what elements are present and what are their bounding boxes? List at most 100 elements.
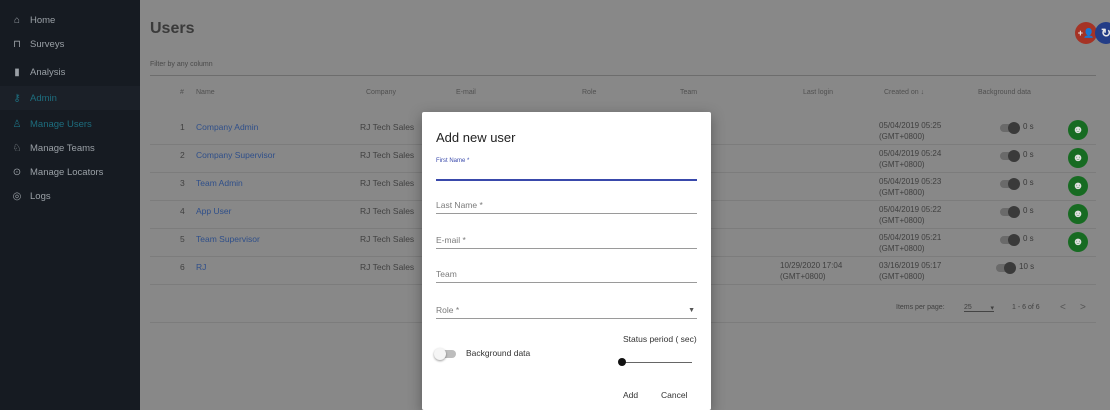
background-data-toggle[interactable] (1000, 234, 1020, 246)
row-created-date: 05/04/2019 05:24 (879, 149, 942, 158)
home-icon: ⌂ (13, 14, 21, 26)
last-name-field[interactable]: Last Name * (436, 200, 697, 214)
sidebar: ⌂ Home ⊓ Surveys ▮ Analysis ⚷ Admin ♙ Ma… (0, 0, 140, 410)
user-action-button[interactable]: ☻ (1068, 232, 1088, 252)
sidebar-item-analysis[interactable]: ▮ Analysis (0, 60, 140, 84)
row-company: RJ Tech Sales (360, 122, 415, 132)
locator-icon: ⊙ (12, 166, 22, 178)
cancel-button[interactable]: Cancel (661, 390, 687, 400)
row-created-date: 03/16/2019 05:17 (879, 261, 942, 270)
row-name-link[interactable]: App User (196, 206, 231, 216)
row-number: 2 (180, 150, 185, 160)
role-underline (436, 318, 697, 319)
row-created-date: 05/04/2019 05:21 (879, 233, 942, 242)
toggle-knob (1004, 262, 1016, 274)
first-name-underline (436, 179, 697, 181)
row-number: 4 (180, 206, 185, 216)
sidebar-item-manage-teams[interactable]: ♘ Manage Teams (0, 136, 140, 160)
row-name-link[interactable]: Team Supervisor (196, 234, 260, 244)
sidebar-item-label: Analysis (30, 66, 66, 78)
team-label: Team (436, 269, 457, 279)
background-data-duration: 0 s (1023, 150, 1034, 159)
row-last-login-tz: (GMT+0800) (780, 272, 826, 281)
user-circle-icon: ☻ (1072, 208, 1084, 220)
email-field[interactable]: E-mail * (436, 235, 697, 249)
row-name-link[interactable]: Company Admin (196, 122, 258, 132)
dialog-title: Add new user (436, 130, 516, 145)
row-name-link[interactable]: Team Admin (196, 178, 243, 188)
user-circle-icon: ☻ (1072, 124, 1084, 136)
column-header-background-data[interactable]: Background data (978, 89, 1031, 96)
row-created-date: 05/04/2019 05:25 (879, 121, 942, 130)
teams-icon: ♘ (12, 142, 22, 154)
prev-page-button[interactable]: < (1060, 302, 1066, 313)
user-action-button[interactable]: ☻ (1068, 176, 1088, 196)
surveys-icon: ⊓ (13, 38, 21, 50)
column-header-email[interactable]: E-mail (456, 89, 476, 96)
sidebar-item-admin[interactable]: ⚷ Admin (0, 86, 140, 110)
row-company: RJ Tech Sales (360, 262, 415, 272)
row-number: 1 (180, 122, 185, 132)
background-data-duration: 10 s (1019, 262, 1035, 271)
sidebar-item-manage-locators[interactable]: ⊙ Manage Locators (0, 160, 140, 184)
column-header-company[interactable]: Company (366, 89, 396, 96)
background-data-toggle[interactable] (1000, 206, 1020, 218)
sidebar-item-manage-users[interactable]: ♙ Manage Users (0, 112, 140, 136)
user-action-button[interactable]: ☻ (1068, 120, 1088, 140)
add-button[interactable]: Add (623, 390, 638, 400)
add-user-button[interactable]: +👤 (1075, 22, 1097, 44)
background-data-duration: 0 s (1023, 178, 1034, 187)
add-user-dialog: Add new user First Name * Last Name * E-… (422, 112, 711, 410)
team-field[interactable]: Team (436, 269, 697, 283)
row-created-tz: (GMT+0800) (879, 188, 925, 197)
filter-input[interactable]: Filter by any column (150, 56, 1096, 76)
role-select[interactable]: Role * ▼ (436, 305, 697, 319)
sidebar-item-home[interactable]: ⌂ Home (0, 8, 140, 32)
items-per-page-label: Items per page: (896, 304, 945, 311)
row-created-tz: (GMT+0800) (879, 244, 925, 253)
column-header-last-login[interactable]: Last login (803, 89, 833, 96)
column-header-team[interactable]: Team (680, 89, 697, 96)
sidebar-item-logs[interactable]: ◎ Logs (0, 184, 140, 208)
background-data-toggle[interactable] (1000, 122, 1020, 134)
user-circle-icon: ☻ (1072, 236, 1084, 248)
toggle-knob (1008, 178, 1020, 190)
refresh-button[interactable]: ↻ (1095, 22, 1110, 44)
row-number: 5 (180, 234, 185, 244)
row-name-link[interactable]: Company Supervisor (196, 150, 275, 160)
user-action-button[interactable]: ☻ (1068, 148, 1088, 168)
items-per-page-select[interactable]: 25 ▾ (964, 304, 994, 312)
next-page-button[interactable]: > (1080, 302, 1086, 313)
status-period-label: Status period ( sec) (623, 334, 697, 344)
column-header-created-on[interactable]: Created on ↓ (884, 89, 924, 96)
role-label: Role * (436, 305, 460, 315)
first-name-field[interactable]: First Name * (436, 158, 697, 181)
toggle-knob (1008, 234, 1020, 246)
logs-icon: ◎ (12, 190, 22, 202)
team-underline (436, 282, 697, 283)
last-name-underline (436, 213, 697, 214)
status-period-slider-track[interactable] (622, 362, 692, 363)
sidebar-item-surveys[interactable]: ⊓ Surveys (0, 32, 140, 56)
column-header-name[interactable]: Name (196, 89, 215, 96)
sidebar-item-label: Manage Users (30, 118, 92, 130)
background-data-toggle[interactable] (434, 348, 456, 360)
background-data-toggle[interactable] (1000, 150, 1020, 162)
background-data-toggle[interactable] (1000, 178, 1020, 190)
status-period-slider-handle[interactable] (618, 358, 626, 366)
last-name-label: Last Name * (436, 200, 483, 210)
user-action-button[interactable]: ☻ (1068, 204, 1088, 224)
row-last-login-date: 10/29/2020 17:04 (780, 261, 843, 270)
sidebar-item-label: Logs (30, 190, 51, 202)
row-created-tz: (GMT+0800) (879, 132, 925, 141)
background-data-label: Background data (466, 348, 531, 358)
column-header-role[interactable]: Role (582, 89, 596, 96)
row-company: RJ Tech Sales (360, 150, 415, 160)
toggle-knob (1008, 206, 1020, 218)
refresh-icon: ↻ (1100, 26, 1110, 40)
toggle-knob (1008, 122, 1020, 134)
background-data-toggle[interactable] (996, 262, 1016, 274)
row-company: RJ Tech Sales (360, 178, 415, 188)
row-name-link[interactable]: RJ (196, 262, 206, 272)
sidebar-item-label: Manage Teams (30, 142, 95, 154)
